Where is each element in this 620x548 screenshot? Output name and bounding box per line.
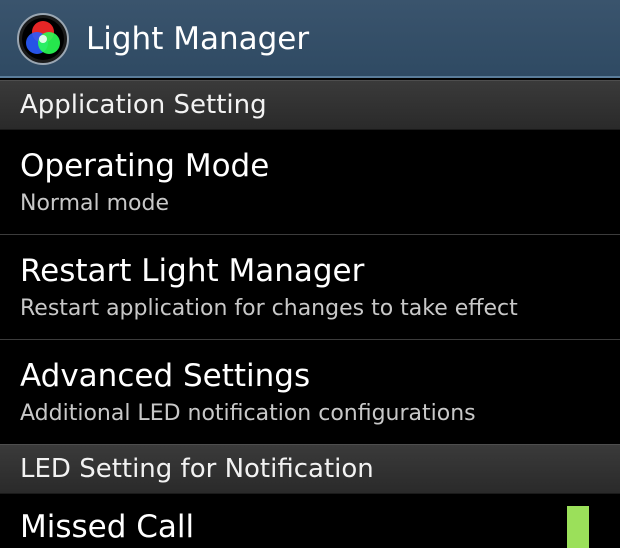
section-title: Application Setting <box>20 90 267 120</box>
section-title: LED Setting for Notification <box>20 454 374 484</box>
pref-title: Advanced Settings <box>20 358 311 394</box>
pref-operating-mode[interactable]: Operating Mode Normal mode <box>0 130 620 234</box>
pref-title: Missed Call <box>20 509 195 545</box>
pref-summary: Restart application for changes to take … <box>20 296 518 321</box>
led-color-swatch[interactable] <box>567 506 589 548</box>
section-header-led: LED Setting for Notification <box>0 444 620 494</box>
pref-advanced-settings[interactable]: Advanced Settings Additional LED notific… <box>0 340 620 444</box>
pref-restart-light-manager[interactable]: Restart Light Manager Restart applicatio… <box>0 235 620 339</box>
pref-summary: Additional LED notification configuratio… <box>20 401 476 426</box>
pref-title: Operating Mode <box>20 148 270 184</box>
section-header-application: Application Setting <box>0 80 620 130</box>
rgb-circles-icon[interactable] <box>17 13 69 65</box>
pref-missed-call[interactable]: Missed Call <box>0 494 620 548</box>
pref-title: Restart Light Manager <box>20 253 365 289</box>
action-bar: Light Manager <box>0 0 620 78</box>
app-title: Light Manager <box>86 21 310 57</box>
pref-summary: Normal mode <box>20 191 169 216</box>
